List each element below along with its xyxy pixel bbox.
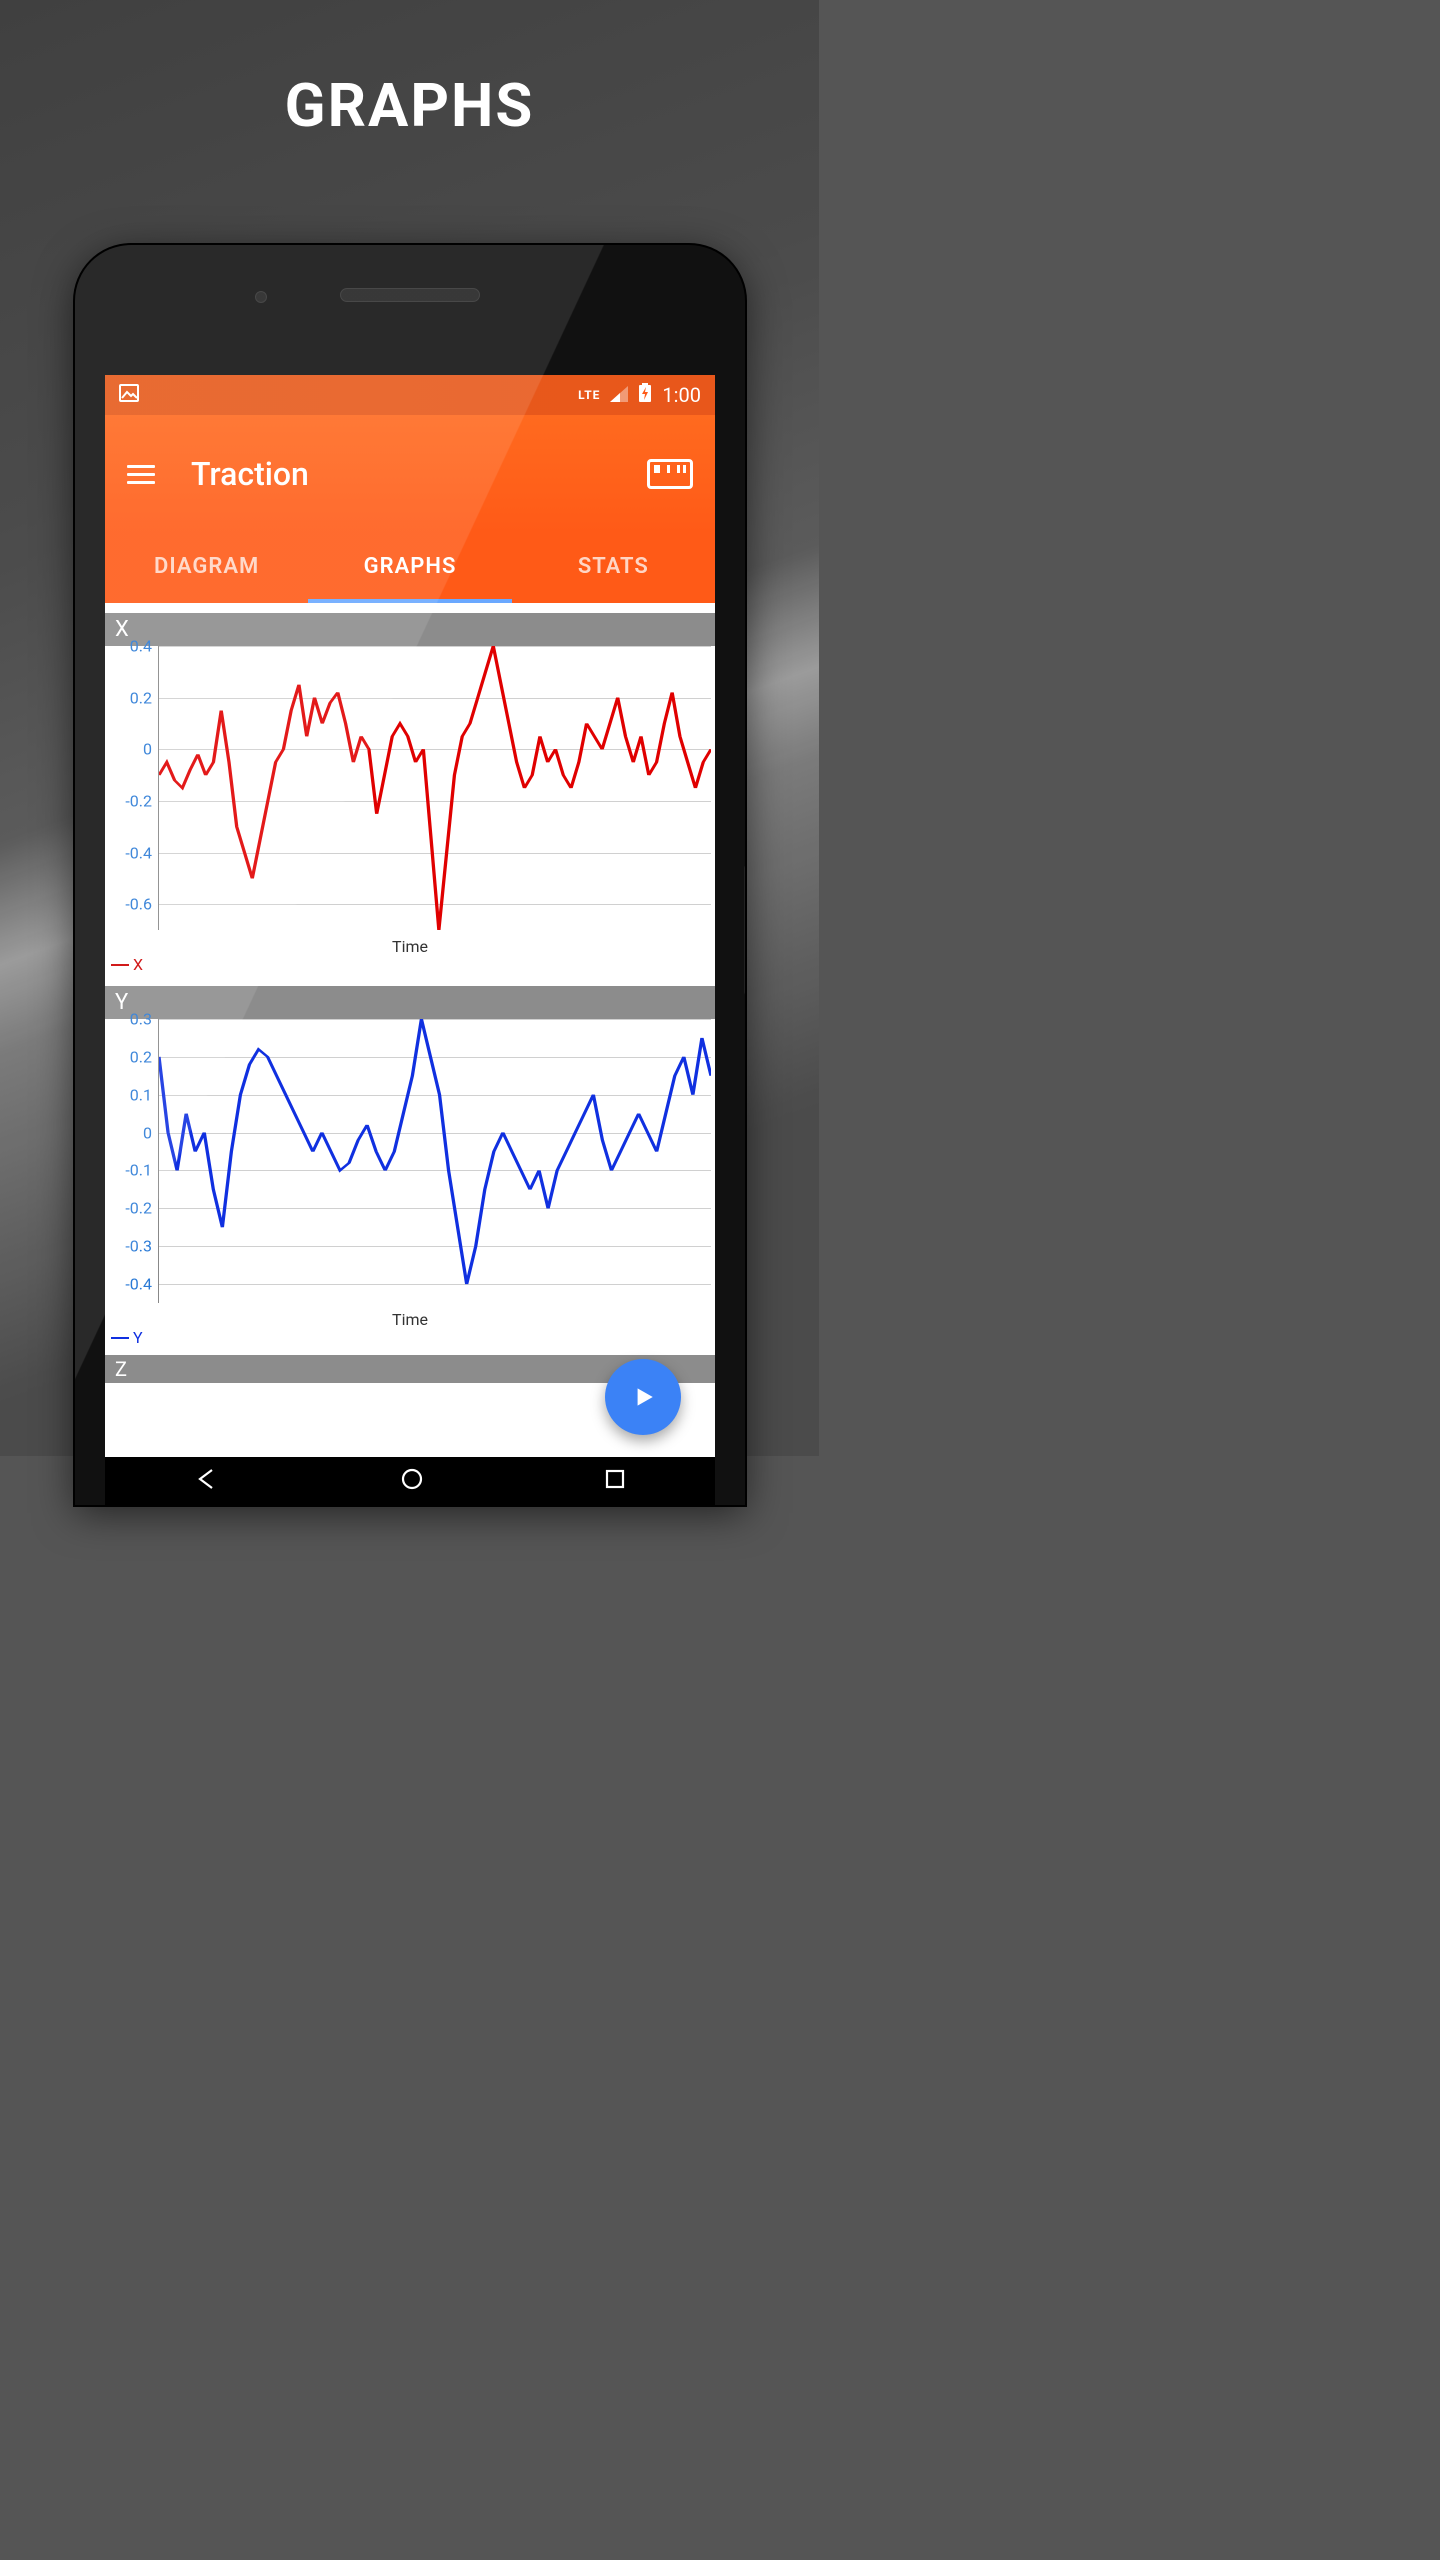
tab-label: STATS xyxy=(578,554,649,579)
legend-line-icon xyxy=(111,964,129,966)
phone-frame: LTE 1:00 Traction DIAGRAM GRAPHS STATS xyxy=(75,245,745,1505)
back-icon[interactable] xyxy=(194,1466,220,1496)
y-tick-label: -0.2 xyxy=(125,1199,152,1218)
y-tick-label: -0.3 xyxy=(125,1237,152,1256)
battery-charging-icon xyxy=(638,383,652,408)
chart-y-body: 0.30.20.10-0.1-0.2-0.3-0.4 Time Y xyxy=(105,1019,715,1349)
menu-icon[interactable] xyxy=(127,460,155,489)
phone-speaker xyxy=(340,288,480,302)
tab-graphs[interactable]: GRAPHS xyxy=(308,533,511,603)
play-icon xyxy=(630,1384,656,1410)
phone-screen: LTE 1:00 Traction DIAGRAM GRAPHS STATS xyxy=(105,375,715,1505)
y-tick-label: -0.2 xyxy=(125,791,152,810)
play-button[interactable] xyxy=(605,1359,681,1435)
y-tick-label: 0.2 xyxy=(130,688,152,707)
app-title: Traction xyxy=(191,455,309,493)
chart-y-legend: Y xyxy=(111,1328,143,1347)
home-icon[interactable] xyxy=(399,1466,425,1496)
image-icon xyxy=(119,383,139,407)
tab-stats[interactable]: STATS xyxy=(512,533,715,603)
y-tick-label: 0 xyxy=(143,1123,152,1142)
chart-y-plot xyxy=(159,1019,711,1303)
chart-x-header: X xyxy=(105,613,715,646)
ruler-icon[interactable] xyxy=(647,459,693,489)
y-tick-label: -0.4 xyxy=(125,843,152,862)
tab-diagram[interactable]: DIAGRAM xyxy=(105,533,308,603)
legend-line-icon xyxy=(111,1337,129,1339)
clock-label: 1:00 xyxy=(662,383,701,407)
legend-label: X xyxy=(133,955,143,974)
status-bar: LTE 1:00 xyxy=(105,375,715,415)
phone-camera-dot xyxy=(255,291,267,303)
y-tick-label: 0 xyxy=(143,740,152,759)
page-heading: GRAPHS xyxy=(0,70,819,141)
y-tick-label: 0.3 xyxy=(130,1010,152,1029)
y-tick-label: -0.1 xyxy=(125,1161,152,1180)
chart-x-y-axis: 0.40.20-0.2-0.4-0.6 xyxy=(105,646,159,930)
android-nav-bar xyxy=(105,1457,715,1505)
y-tick-label: 0.4 xyxy=(130,637,152,656)
y-tick-label: -0.4 xyxy=(125,1275,152,1294)
recent-apps-icon[interactable] xyxy=(604,1468,626,1494)
graphs-scroll[interactable]: X 0.4 0.2 0 -0.2 -0.4 -0.6 Time X Y xyxy=(105,603,715,1457)
chart-y-header: Y xyxy=(105,986,715,1019)
chart-y-y-axis: 0.30.20.10-0.1-0.2-0.3-0.4 xyxy=(105,1019,159,1303)
network-label: LTE xyxy=(578,388,600,402)
tab-label: GRAPHS xyxy=(364,554,457,579)
chart-x-body: 0.40.20-0.2-0.4-0.6 Time X xyxy=(105,646,715,976)
chart-x-plot xyxy=(159,646,711,930)
phone-power-button xyxy=(744,865,745,995)
y-tick-label: -0.6 xyxy=(125,895,152,914)
signal-icon xyxy=(610,383,628,407)
chart-x-xlabel: Time xyxy=(105,937,715,956)
legend-label: Y xyxy=(133,1328,143,1347)
tab-label: DIAGRAM xyxy=(154,554,259,579)
chart-x-legend: X xyxy=(111,955,143,974)
chart-y-xlabel: Time xyxy=(105,1310,715,1329)
y-tick-label: 0.1 xyxy=(130,1085,152,1104)
chart-x: X 0.4 0.2 0 -0.2 -0.4 -0.6 Time X xyxy=(105,613,715,976)
chart-y: Y 0.3 0.2 0.1 0 -0.1 -0.2 -0.3 -0.4 Time Y xyxy=(105,986,715,1349)
app-bar: Traction xyxy=(105,415,715,533)
tab-bar: DIAGRAM GRAPHS STATS xyxy=(105,533,715,603)
y-tick-label: 0.2 xyxy=(130,1047,152,1066)
